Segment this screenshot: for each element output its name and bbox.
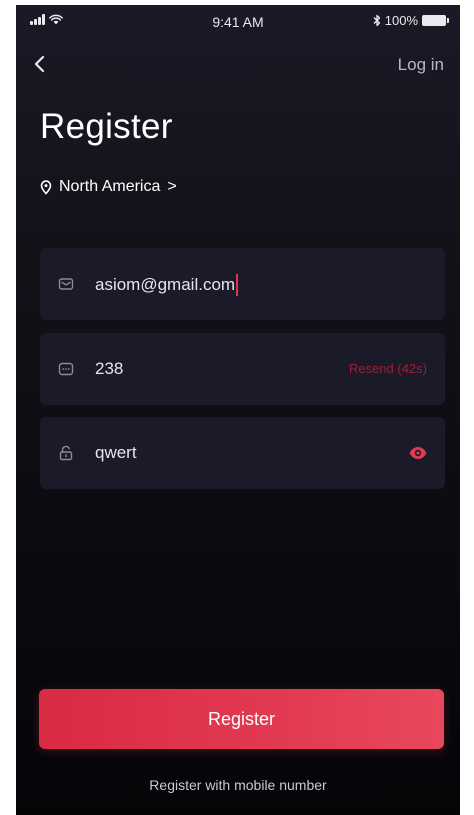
text-cursor [236, 274, 239, 296]
chevron-left-icon [34, 55, 45, 73]
message-code-icon [58, 361, 74, 377]
register-screen: 9:41 AM 100% Log in Register North Ameri… [16, 5, 460, 815]
page-title: Register [40, 107, 173, 146]
verification-code-input[interactable]: 238 [95, 359, 123, 379]
email-value: asiom@gmail.com [95, 275, 236, 294]
status-bar: 9:41 AM 100% [16, 5, 460, 39]
verification-code-field[interactable]: 238 Resend (42s) [40, 333, 445, 405]
password-field[interactable]: qwert [40, 417, 445, 489]
battery-icon [422, 15, 449, 26]
screenshot-frame: 9:41 AM 100% Log in Register North Ameri… [0, 0, 474, 815]
register-button[interactable]: Register [39, 689, 444, 749]
battery-percentage: 100% [384, 13, 418, 28]
register-with-mobile-link[interactable]: Register with mobile number [16, 777, 460, 793]
toggle-password-button[interactable] [408, 444, 428, 462]
mail-icon [58, 276, 74, 292]
location-pin-icon [40, 179, 52, 194]
login-link[interactable]: Log in [398, 55, 444, 75]
password-input[interactable]: qwert [95, 443, 137, 463]
resend-code-button[interactable]: Resend (42s) [349, 361, 427, 376]
eye-icon [409, 447, 427, 459]
email-input[interactable]: asiom@gmail.com [95, 274, 239, 296]
region-selector[interactable]: North America > [40, 178, 177, 196]
chevron-right-icon: > [167, 178, 177, 195]
region-label: North America [59, 178, 161, 195]
status-right: 100% [373, 13, 449, 28]
back-button[interactable] [30, 52, 52, 76]
bluetooth-icon [373, 14, 380, 27]
lock-icon [58, 445, 74, 461]
email-field[interactable]: asiom@gmail.com [40, 248, 445, 320]
